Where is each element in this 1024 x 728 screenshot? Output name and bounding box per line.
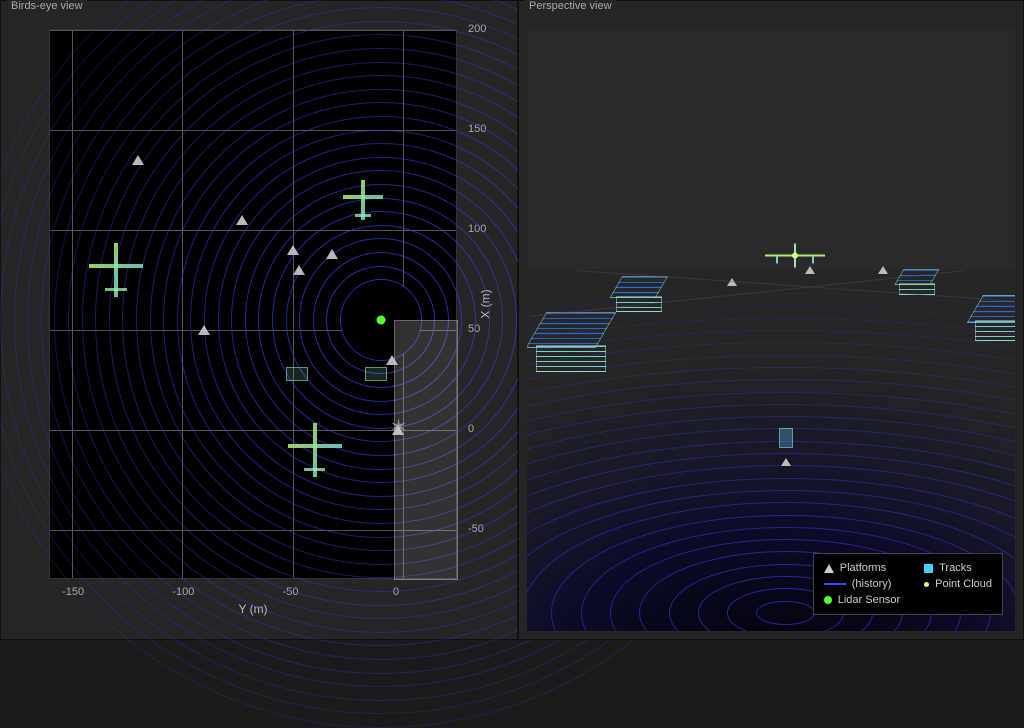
platform-marker bbox=[287, 245, 299, 255]
pointcloud-dot-icon bbox=[924, 582, 929, 587]
birds-eye-plot[interactable]: Y (m) X (m) -150-100-500-50050100150200✶ bbox=[49, 29, 457, 579]
platform-marker bbox=[293, 265, 305, 275]
legend-history: (history) bbox=[852, 578, 892, 590]
vehicle-box bbox=[365, 367, 387, 381]
lidar-sensor-marker bbox=[376, 316, 385, 325]
platform-marker bbox=[198, 325, 210, 335]
history-line-icon bbox=[824, 583, 846, 585]
perspective-stage: Platforms (history) Lidar Sensor Tracks … bbox=[527, 29, 1015, 631]
platform-marker bbox=[132, 155, 144, 165]
birds-eye-title: Birds-eye view bbox=[7, 0, 87, 12]
aircraft-icon bbox=[343, 180, 383, 220]
legend-lidar: Lidar Sensor bbox=[838, 594, 900, 606]
aircraft-icon bbox=[89, 243, 143, 297]
lidar-dot-icon bbox=[824, 596, 832, 604]
ground-guides bbox=[527, 29, 1015, 631]
platform-marker bbox=[386, 355, 398, 365]
platform-marker bbox=[326, 249, 338, 259]
perspective-plot[interactable]: Platforms (history) Lidar Sensor Tracks … bbox=[527, 29, 1015, 631]
aircraft-icon bbox=[288, 423, 342, 477]
mask-region bbox=[394, 320, 458, 580]
platform-marker bbox=[236, 215, 248, 225]
legend-tracks: Tracks bbox=[939, 562, 972, 574]
perspective-panel: Perspective view bbox=[518, 0, 1024, 640]
legend-platforms: Platforms bbox=[840, 562, 886, 574]
legend-pointcloud: Point Cloud bbox=[935, 578, 992, 590]
app-root: Birds-eye view Y (m) X (m) -150-100-500-… bbox=[0, 0, 1024, 640]
platform-icon bbox=[824, 564, 834, 573]
perspective-title: Perspective view bbox=[525, 0, 616, 12]
vehicle-box bbox=[286, 367, 308, 381]
platform-marker bbox=[392, 425, 404, 435]
birds-eye-panel: Birds-eye view Y (m) X (m) -150-100-500-… bbox=[0, 0, 518, 640]
legend: Platforms (history) Lidar Sensor Tracks … bbox=[813, 553, 1003, 615]
tracks-square-icon bbox=[924, 564, 933, 573]
